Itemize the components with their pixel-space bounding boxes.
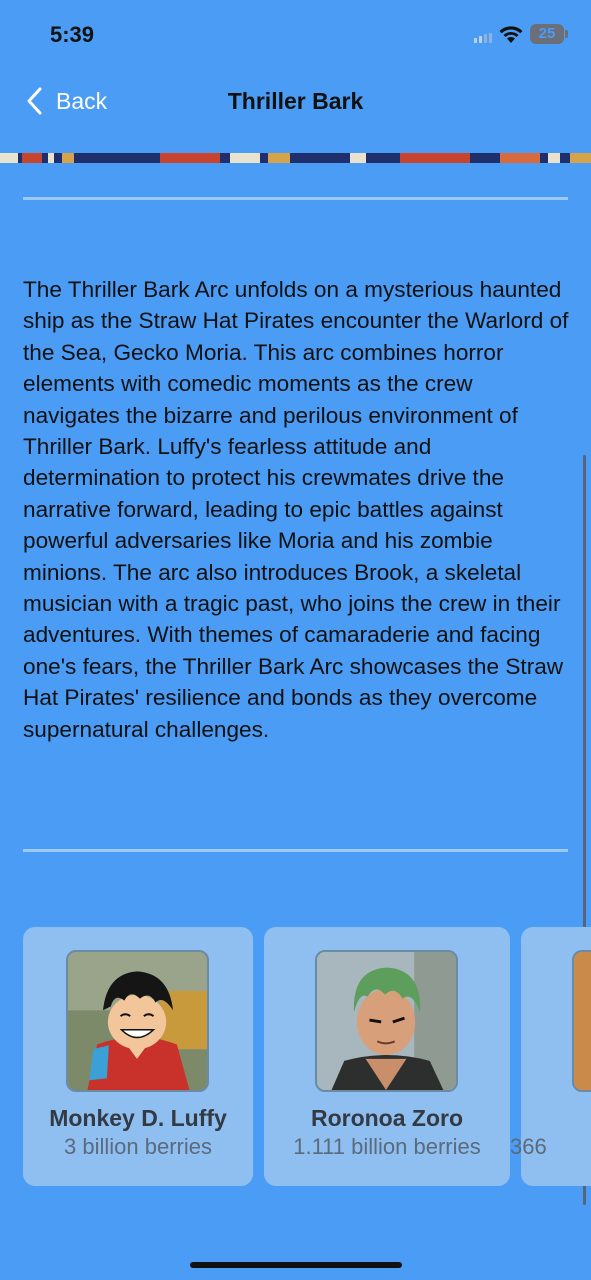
character-name: Monkey D. Luffy — [49, 1105, 227, 1131]
character-avatar-luffy — [66, 950, 209, 1092]
navigation-bar: Thriller Bark Back — [0, 70, 591, 140]
chevron-left-icon — [27, 87, 42, 115]
character-card-luffy[interactable]: Monkey D. Luffy 3 billion berries — [23, 927, 253, 1186]
character-name: Roronoa Zoro — [310, 1105, 464, 1131]
character-carousel[interactable]: Monkey D. Luffy 3 billion berries Rorono… — [0, 927, 591, 1187]
character-avatar-partial — [572, 950, 591, 1092]
cellular-signal-icon — [474, 33, 492, 43]
character-bounty: 3 billion berries — [64, 1134, 212, 1159]
status-bar: 5:39 25 — [0, 0, 591, 70]
back-label: Back — [56, 87, 108, 114]
character-bounty: 366 — [510, 1134, 547, 1159]
divider-top — [23, 197, 568, 200]
character-bounty: 1.111 billion berries — [293, 1134, 481, 1159]
status-time: 5:39 — [50, 22, 95, 47]
battery-level: 25 — [530, 24, 564, 44]
arc-cover-image — [0, 153, 591, 163]
divider-bottom — [23, 849, 568, 852]
battery-cap — [565, 30, 568, 38]
arc-description: The Thriller Bark Arc unfolds on a myste… — [23, 277, 569, 742]
wifi-icon — [499, 26, 523, 43]
character-card-partial[interactable]: 366 — [510, 927, 591, 1186]
back-button[interactable]: Back — [26, 84, 107, 118]
character-avatar-zoro — [315, 950, 458, 1092]
character-card-zoro[interactable]: Roronoa Zoro 1.111 billion berries — [264, 927, 510, 1186]
home-indicator[interactable] — [190, 1262, 402, 1268]
